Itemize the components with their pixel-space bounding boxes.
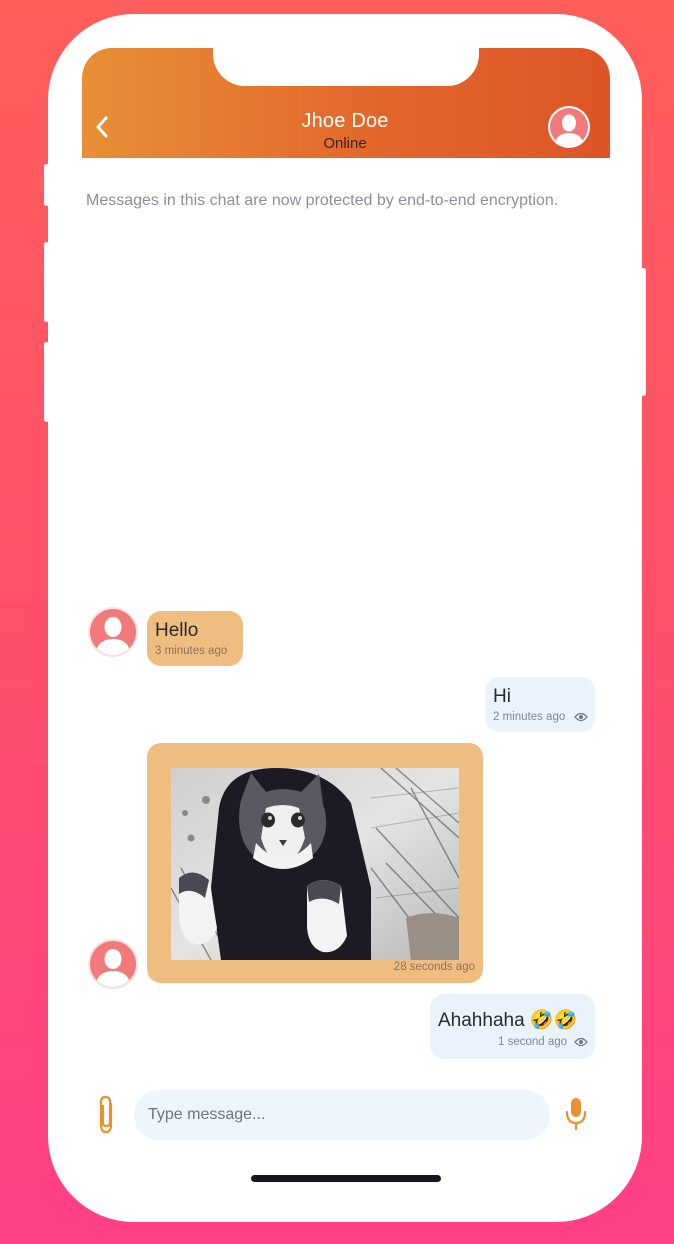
notch [213,30,479,86]
paperclip-icon[interactable] [94,1094,118,1136]
incoming-image-bubble[interactable]: 28 seconds ago [147,743,483,983]
message-time: 1 second ago [498,1036,568,1048]
message-text: Hi [493,686,511,707]
contact-avatar[interactable] [548,106,590,148]
message-input[interactable] [134,1090,550,1140]
cat-photo[interactable] [171,768,459,960]
phone-screen: Jhoe Doe Online Messages in this chat ar… [48,14,642,1222]
message-text: Ahahhaha 🤣🤣 [438,1010,578,1031]
sender-avatar [88,939,138,989]
sender-avatar [88,607,138,657]
home-indicator[interactable] [251,1175,441,1182]
eye-icon [574,1037,588,1047]
encryption-notice: Messages in this chat are now protected … [86,192,559,209]
outgoing-message-bubble[interactable]: Hi 2 minutes ago [485,677,595,732]
message-time: 28 seconds ago [393,961,475,973]
message-time: 3 minutes ago [155,645,228,657]
incoming-message-bubble[interactable]: Hello 3 minutes ago [147,611,243,666]
outgoing-message-bubble[interactable]: Ahahhaha 🤣🤣 1 second ago [430,994,595,1059]
message-time: 2 minutes ago [493,711,566,723]
message-text: Hello [155,620,199,641]
eye-icon [574,712,588,722]
microphone-icon[interactable] [564,1096,588,1132]
